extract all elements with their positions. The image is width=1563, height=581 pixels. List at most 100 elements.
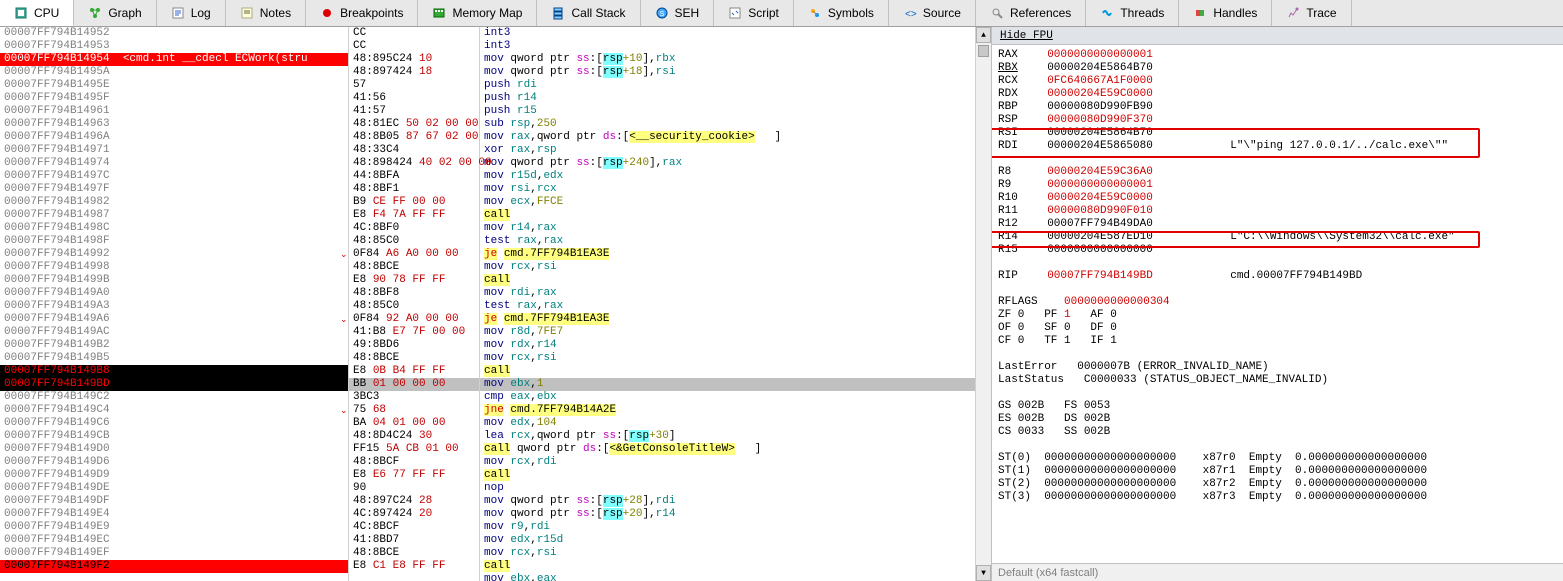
address-cell[interactable]: 00007FF794B1495E [0, 79, 348, 92]
bytes-cell[interactable]: 41:57 [349, 105, 479, 118]
address-cell[interactable] [0, 573, 348, 581]
register-RBP[interactable]: RBP 00000080D990FB90 [998, 101, 1557, 114]
tab-script[interactable]: Script [714, 0, 794, 26]
disasm-cell[interactable]: mov rdx,r14 [480, 339, 975, 352]
scroll-down-button[interactable]: ▼ [976, 565, 991, 581]
address-cell[interactable]: 00007FF794B14963 [0, 118, 348, 131]
address-cell[interactable]: 00007FF794B1495F [0, 92, 348, 105]
disasm-cell[interactable]: mov edx,104 [480, 417, 975, 430]
disasm-cell[interactable]: xor rax,rsp [480, 144, 975, 157]
address-cell[interactable]: 00007FF794B149D9 [0, 469, 348, 482]
bytes-cell[interactable]: 48:81EC 50 02 00 00 [349, 118, 479, 131]
bytes-cell[interactable]: 48:8BCE [349, 352, 479, 365]
address-cell[interactable]: 00007FF794B149A3 [0, 300, 348, 313]
address-cell[interactable]: 00007FF794B149E4 [0, 508, 348, 521]
tab-symbols[interactable]: Symbols [794, 0, 889, 26]
disasm-cell[interactable]: mov r14,rax [480, 222, 975, 235]
tab-trace[interactable]: Trace [1272, 0, 1351, 26]
address-cell[interactable]: 00007FF794B149CB [0, 430, 348, 443]
address-cell[interactable]: 00007FF794B149A0 [0, 287, 348, 300]
scrollbar[interactable]: ▲ ▼ [975, 27, 991, 581]
disasm-cell[interactable]: int3 [480, 40, 975, 53]
bytes-cell[interactable]: 48:85C0 [349, 300, 479, 313]
address-cell[interactable]: 00007FF794B14982 [0, 196, 348, 209]
disasm-cell[interactable]: call [480, 365, 975, 378]
disasm-cell[interactable]: int3 [480, 27, 975, 40]
bytes-cell[interactable]: 90 [349, 482, 479, 495]
register-R12[interactable]: R12 00007FF794B49DA0 [998, 218, 1557, 231]
address-cell[interactable]: 00007FF794B149C4 [0, 404, 348, 417]
disasm-cell[interactable]: sub rsp,250 [480, 118, 975, 131]
bytes-cell[interactable]: 48:8BF1 [349, 183, 479, 196]
disasm-cell[interactable]: mov rcx,rsi [480, 261, 975, 274]
bytes-cell[interactable]: 4C:8BCF [349, 521, 479, 534]
bytes-cell[interactable]: 48:8BCF [349, 456, 479, 469]
tab-log[interactable]: Log [157, 0, 226, 26]
fpu-ST(3)[interactable]: ST(3) 00000000000000000000 x87r3 Empty 0… [998, 491, 1557, 504]
disasm-cell[interactable]: mov rcx,rsi [480, 352, 975, 365]
address-cell[interactable]: 00007FF794B149EC [0, 534, 348, 547]
last-LastStatus[interactable]: LastStatus C0000033 (STATUS_OBJECT_NAME_… [998, 374, 1557, 387]
disasm-cell[interactable]: mov r9,rdi [480, 521, 975, 534]
hide-fpu-link[interactable]: Hide FPU [992, 27, 1563, 45]
tab-callstack[interactable]: Call Stack [537, 0, 640, 26]
address-cell[interactable]: 00007FF794B14953 [0, 40, 348, 53]
address-cell[interactable]: 00007FF794B149DF [0, 495, 348, 508]
disasm-cell[interactable]: mov r8d,7FE7 [480, 326, 975, 339]
disasm-cell[interactable]: mov ebx,eax [480, 573, 975, 581]
bytes-cell[interactable]: E8 C1 E8 FF FF [349, 560, 479, 573]
address-cell[interactable]: 00007FF794B149D6 [0, 456, 348, 469]
register-RCX[interactable]: RCX 0FC640667A1F0000 [998, 75, 1557, 88]
bytes-cell[interactable]: 3BC3 [349, 391, 479, 404]
bytes-cell[interactable]: 48:85C0 [349, 235, 479, 248]
disasm-cell[interactable]: mov ebx,1 [480, 378, 975, 391]
tab-handles[interactable]: Handles [1179, 0, 1272, 26]
disasm-cell[interactable]: mov qword ptr ss:[rsp+240],rax [480, 157, 975, 170]
register-RDX[interactable]: RDX 00000204E59C0000 [998, 88, 1557, 101]
disasm-cell[interactable]: push r15 [480, 105, 975, 118]
bytes-cell[interactable] [349, 573, 479, 581]
bytes-cell[interactable]: B9 CE FF 00 00 [349, 196, 479, 209]
bytes-cell[interactable]: E8 0B B4 FF FF [349, 365, 479, 378]
address-cell[interactable]: 00007FF794B149EF [0, 547, 348, 560]
address-cell[interactable]: 00007FF794B1496A [0, 131, 348, 144]
bytes-cell[interactable]: ⌄0F84 92 A0 00 00 [349, 313, 479, 326]
disasm-cell[interactable]: push r14 [480, 92, 975, 105]
disasm-cell[interactable]: mov rax,qword ptr ds:[<__security_cookie… [480, 131, 975, 144]
register-R8[interactable]: R8 00000204E59C36A0 [998, 166, 1557, 179]
address-cell[interactable]: 00007FF794B149AC [0, 326, 348, 339]
tab-cpu[interactable]: CPU [0, 0, 74, 26]
register-RBX[interactable]: RBX 00000204E5864B70 [998, 62, 1557, 75]
address-cell[interactable]: 00007FF794B149A6 [0, 313, 348, 326]
address-cell[interactable]: 00007FF794B149B2 [0, 339, 348, 352]
bytes-cell[interactable]: 48:33C4 [349, 144, 479, 157]
address-cell[interactable]: 00007FF794B149F2 [0, 560, 348, 573]
bytes-cell[interactable]: 48:897424 18 [349, 66, 479, 79]
address-cell[interactable]: 00007FF794B14954 <cmd.int __cdecl ECWork… [0, 53, 348, 66]
tab-graph[interactable]: Graph [74, 0, 156, 26]
bytes-cell[interactable]: 48:895C24 10 [349, 53, 479, 66]
bytes-cell[interactable]: 41:B8 E7 7F 00 00 [349, 326, 479, 339]
disasm-cell[interactable]: mov rcx,rdi [480, 456, 975, 469]
disasm-cell[interactable]: mov qword ptr ss:[rsp+20],r14 [480, 508, 975, 521]
bytes-cell[interactable]: BA 04 01 00 00 [349, 417, 479, 430]
tab-seh[interactable]: SSEH [641, 0, 715, 26]
register-RIP[interactable]: RIP 00007FF794B149BD cmd.00007FF794B149B… [998, 270, 1557, 283]
address-cell[interactable]: 00007FF794B1498F [0, 235, 348, 248]
register-R11[interactable]: R11 00000080D990F010 [998, 205, 1557, 218]
bytes-cell[interactable]: 48:897C24 28 [349, 495, 479, 508]
bytes-cell[interactable]: 48:8BCE [349, 261, 479, 274]
disasm-cell[interactable]: mov r15d,edx [480, 170, 975, 183]
disasm-cell[interactable]: lea rcx,qword ptr ss:[rsp+30] [480, 430, 975, 443]
tab-threads[interactable]: Threads [1086, 0, 1179, 26]
tab-memmap[interactable]: Memory Map [418, 0, 537, 26]
bytes-cell[interactable]: 4C:897424 20 [349, 508, 479, 521]
bytes-cell[interactable]: 57 [349, 79, 479, 92]
address-cell[interactable]: 00007FF794B149DE [0, 482, 348, 495]
disasm-cell[interactable]: nop [480, 482, 975, 495]
bytes-cell[interactable]: BB 01 00 00 00 [349, 378, 479, 391]
register-RSP[interactable]: RSP 00000080D990F370 [998, 114, 1557, 127]
scroll-up-button[interactable]: ▲ [976, 27, 991, 43]
disasm-cell[interactable]: jne cmd.7FF794B14A2E [480, 404, 975, 417]
tab-breakpoints[interactable]: Breakpoints [306, 0, 418, 26]
